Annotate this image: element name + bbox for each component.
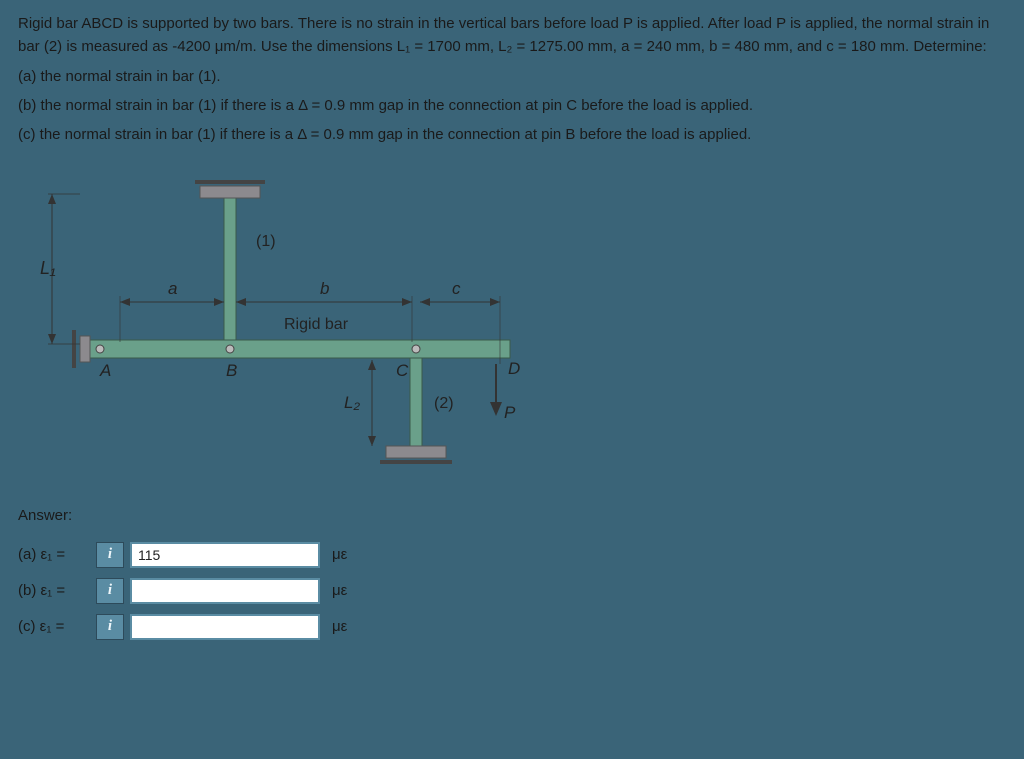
- label-D: D: [508, 359, 520, 378]
- label-L2: L₂: [344, 393, 360, 412]
- info-button-b[interactable]: i: [96, 578, 124, 604]
- diagram: L₁ a b c Rigid bar (1) A B C D L₂ (2) P: [40, 164, 560, 484]
- answer-input-a[interactable]: [130, 542, 320, 568]
- label-P: P: [504, 403, 516, 422]
- label-L1: L₁: [40, 258, 56, 278]
- label-rigid: Rigid bar: [284, 316, 349, 333]
- label-B: B: [226, 361, 237, 380]
- info-button-c[interactable]: i: [96, 614, 124, 640]
- answer-heading: Answer:: [18, 504, 1006, 527]
- problem-part-b: (b) the normal strain in bar (1) if ther…: [18, 94, 1006, 117]
- problem-intro: Rigid bar ABCD is supported by two bars.…: [18, 12, 1006, 59]
- answer-row-b: (b) ε₁ = i με: [18, 578, 1006, 604]
- label-two: (2): [434, 395, 454, 412]
- label-one: (1): [256, 233, 276, 250]
- problem-part-c: (c) the normal strain in bar (1) if ther…: [18, 123, 1006, 146]
- answer-section: Answer: (a) ε₁ = i με (b) ε₁ = i με (c) …: [18, 504, 1006, 639]
- unit-b: με: [332, 579, 347, 602]
- label-A: A: [99, 361, 111, 380]
- unit-c: με: [332, 615, 347, 638]
- unit-a: με: [332, 543, 347, 566]
- problem-statement: Rigid bar ABCD is supported by two bars.…: [18, 12, 1006, 146]
- answer-input-c[interactable]: [130, 614, 320, 640]
- answer-label-a: (a) ε₁ =: [18, 543, 90, 566]
- label-c: c: [452, 279, 461, 298]
- answer-row-a: (a) ε₁ = i με: [18, 542, 1006, 568]
- problem-part-a: (a) the normal strain in bar (1).: [18, 65, 1006, 88]
- answer-label-b: (b) ε₁ =: [18, 579, 90, 602]
- info-button-a[interactable]: i: [96, 542, 124, 568]
- answer-row-c: (c) ε₁ = i με: [18, 614, 1006, 640]
- label-C: C: [396, 361, 409, 380]
- answer-input-b[interactable]: [130, 578, 320, 604]
- label-a: a: [168, 279, 177, 298]
- label-b: b: [320, 279, 329, 298]
- answer-label-c: (c) ε₁ =: [18, 615, 90, 638]
